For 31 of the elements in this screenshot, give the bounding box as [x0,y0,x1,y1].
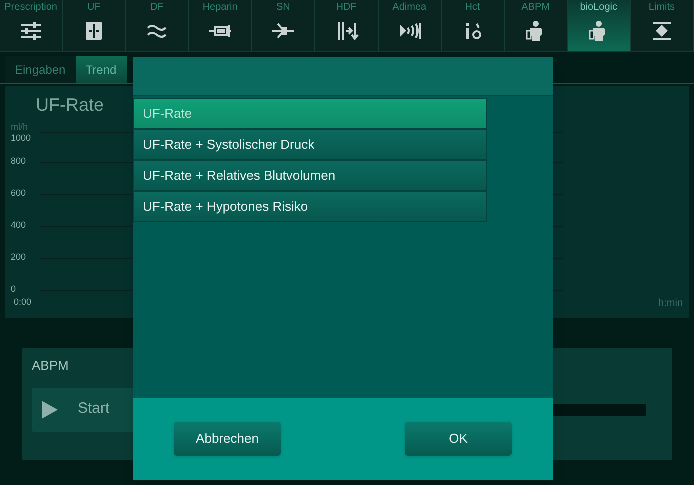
ok-button[interactable]: OK [405,422,512,456]
toolbar-tab[interactable]: Adimea [378,0,442,51]
axis-tick: 200 [11,251,28,264]
sub-tab[interactable]: Trend [76,56,127,83]
toolbar-tab[interactable]: Limits [630,0,694,51]
toolbar-tab[interactable]: SN [252,0,316,51]
toolbar-tab[interactable]: Prescription [0,0,64,51]
toolbar-tab[interactable]: HDF [315,0,379,51]
axis-tick: 1000 [11,132,32,145]
axis-tick: 0:00 [14,296,32,309]
axis-tick: 0 [11,283,18,296]
axis-tick: 400 [11,219,28,232]
option-item[interactable]: UF-Rate [133,98,487,129]
option-item[interactable]: UF-Rate + Relatives Blutvolumen [133,160,487,191]
sub-tab[interactable]: Eingaben [5,56,76,83]
toolbar-tab[interactable]: UF [63,0,126,51]
option-item[interactable]: UF-Rate + Systolischer Druck [133,129,487,160]
toolbar-tab[interactable]: Hct [442,0,505,51]
axis-unit: ml/h [11,123,28,132]
panel-title: ABPM [32,357,69,375]
option-item[interactable]: UF-Rate + Hypotones Risiko [133,191,487,222]
play-icon [42,400,58,418]
toolbar-tab[interactable]: Heparin [189,0,252,51]
chart-title: UF-Rate [36,94,104,117]
toolbar-tab[interactable]: ABPM [504,0,568,51]
axis-tick: 600 [11,187,28,200]
axis-unit: h:min [658,297,683,311]
axis-tick: 800 [11,155,28,168]
toolbar-tab[interactable]: bioLogic [568,0,631,51]
toolbar-tab[interactable]: DF [126,0,190,51]
cancel-button[interactable]: Abbrechen [174,422,281,456]
